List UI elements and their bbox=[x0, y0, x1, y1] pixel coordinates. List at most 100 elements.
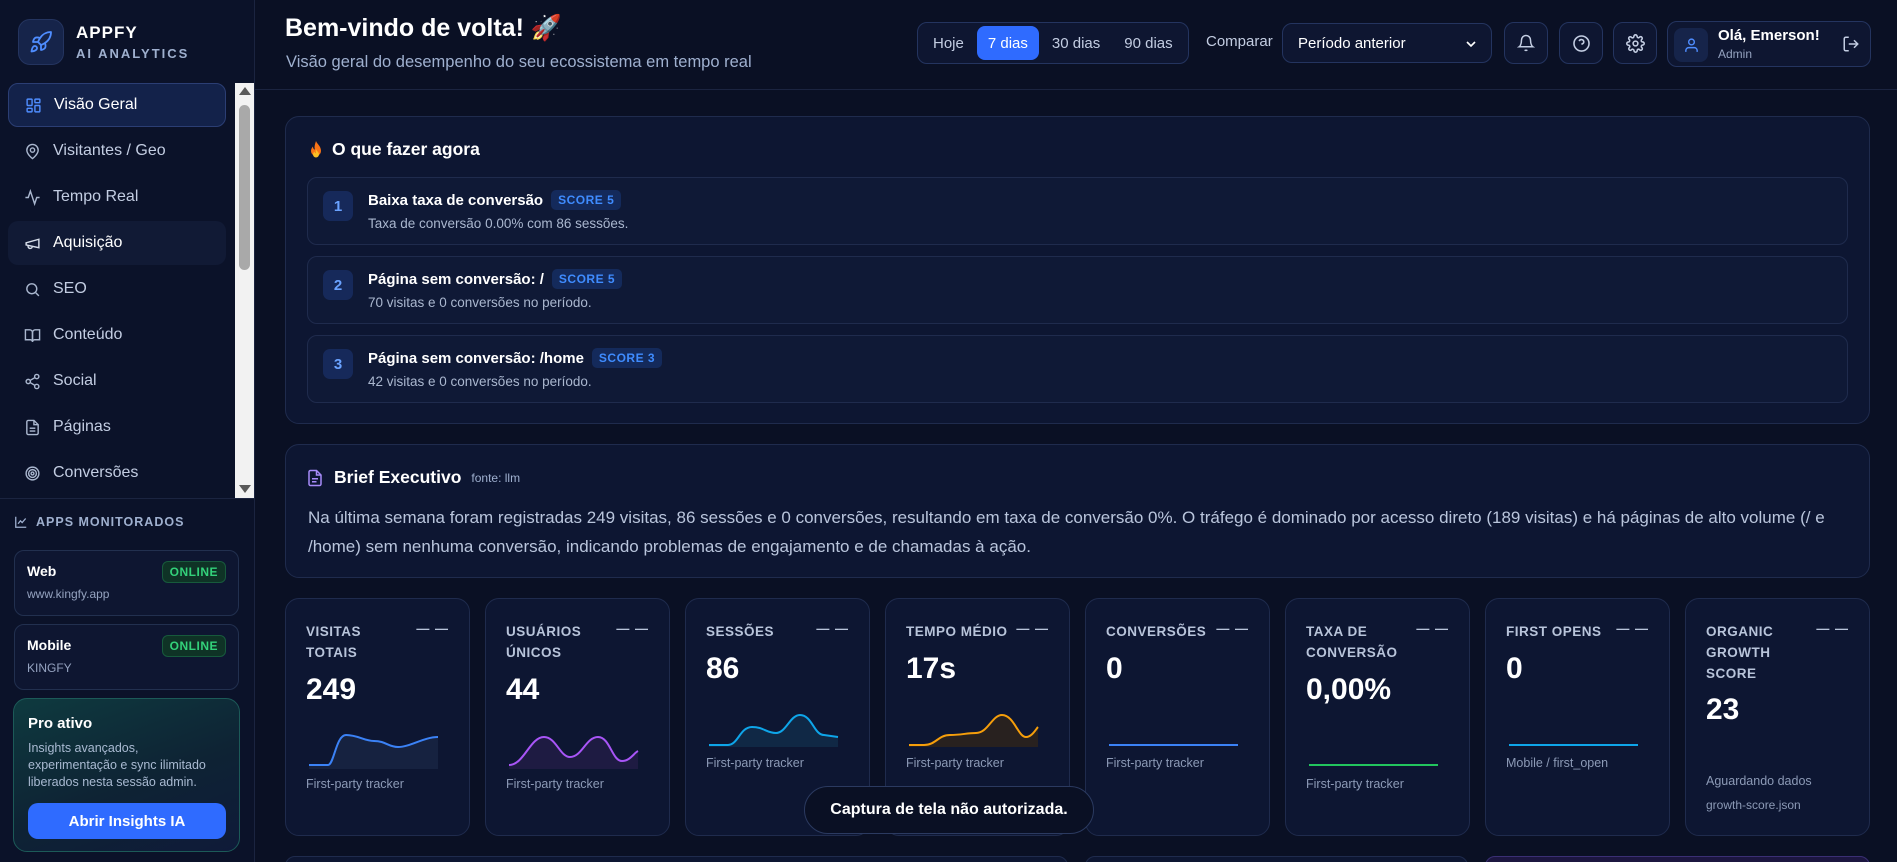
kpi-value: 86 bbox=[706, 652, 740, 685]
kpi-card-conversoes[interactable]: CONVERSÕES — — 0 First-party tracker bbox=[1085, 598, 1270, 836]
brief-header: Brief Executivo fonte: llm bbox=[306, 467, 520, 488]
kpi-trend: — — bbox=[1616, 621, 1649, 636]
pro-description: Insights avançados, experimentação e syn… bbox=[28, 741, 206, 789]
scrollbar-thumb[interactable] bbox=[239, 105, 250, 270]
kpi-source: First-party tracker bbox=[1106, 756, 1204, 770]
page-subtitle: Visão geral do desempenho do seu ecossis… bbox=[286, 53, 752, 71]
kpi-label: VISITAS TOTAIS bbox=[306, 624, 362, 660]
sidebar-item-conversoes[interactable]: Conversões bbox=[8, 451, 226, 495]
kpi-card-first-opens[interactable]: FIRST OPENS — — 0 Mobile / first_open bbox=[1485, 598, 1670, 836]
app-card-mobile[interactable]: Mobile KINGFY ONLINE bbox=[14, 624, 239, 690]
scroll-up-icon[interactable] bbox=[239, 87, 251, 95]
range-90-days-button[interactable]: 90 dias bbox=[1113, 26, 1183, 60]
sidebar-item-aquisicao[interactable]: Aquisição bbox=[8, 221, 226, 265]
gear-icon bbox=[1625, 33, 1645, 53]
kpi-value: 23 bbox=[1706, 693, 1740, 726]
apps-monitored-section: APPS MONITORADOS bbox=[0, 498, 254, 529]
action-number: 2 bbox=[323, 270, 353, 300]
brief-title: Brief Executivo bbox=[334, 467, 462, 487]
pro-title: Pro ativo bbox=[28, 715, 93, 732]
help-button[interactable] bbox=[1559, 22, 1603, 64]
activity-icon bbox=[25, 188, 40, 206]
range-30-days-button[interactable]: 30 dias bbox=[1041, 26, 1111, 60]
action-item[interactable]: 1 Baixa taxa de conversão SCORE 5 Taxa de… bbox=[307, 177, 1848, 245]
action-item[interactable]: 3 Página sem conversão: /home SCORE 3 42 … bbox=[307, 335, 1848, 403]
user-role: Admin bbox=[1718, 47, 1753, 61]
status-badge: ONLINE bbox=[161, 561, 226, 583]
open-insights-button[interactable]: Abrir Insights IA bbox=[28, 803, 226, 839]
score-badge: SCORE 5 bbox=[551, 269, 623, 289]
target-icon bbox=[25, 465, 40, 481]
sidebar-item-conteudo[interactable]: Conteúdo bbox=[8, 313, 226, 357]
actions-title: O que fazer agora bbox=[308, 139, 480, 160]
document-icon bbox=[308, 469, 322, 486]
dashboard-icon bbox=[26, 97, 41, 113]
logout-icon[interactable] bbox=[1842, 35, 1860, 53]
action-number: 3 bbox=[323, 349, 353, 379]
kpi-trend: — — bbox=[1016, 621, 1049, 636]
kpi-label: SESSÕES bbox=[706, 624, 775, 639]
sidebar: APPFY AI ANALYTICS Visão Geral Visitante… bbox=[0, 0, 255, 862]
map-pin-icon bbox=[26, 143, 39, 159]
sidebar-item-label: Páginas bbox=[53, 418, 111, 435]
sidebar-scrollbar[interactable] bbox=[235, 83, 254, 498]
sidebar-item-visao-geral[interactable]: Visão Geral bbox=[8, 83, 226, 127]
kpi-card-usuarios[interactable]: USUÁRIOS ÚNICOS — — 44 First-party track… bbox=[485, 598, 670, 836]
sidebar-item-label: Tempo Real bbox=[53, 188, 139, 205]
kpi-source: First-party tracker bbox=[506, 777, 604, 791]
scroll-down-icon[interactable] bbox=[239, 485, 251, 493]
avatar bbox=[1674, 28, 1708, 62]
bottom-panel-middle bbox=[1085, 856, 1468, 862]
action-description: 42 visitas e 0 conversões no período. bbox=[368, 374, 592, 389]
rocket-logo-icon bbox=[18, 19, 64, 65]
app-card-web[interactable]: Web www.kingfy.app ONLINE bbox=[14, 550, 239, 616]
kpi-label: FIRST OPENS bbox=[1506, 624, 1602, 639]
search-icon bbox=[26, 282, 40, 296]
sparkline-usuarios bbox=[508, 735, 639, 769]
kpi-trend: — — bbox=[1216, 621, 1249, 636]
sidebar-item-tempo-real[interactable]: Tempo Real bbox=[8, 175, 226, 219]
sidebar-item-paginas[interactable]: Páginas bbox=[8, 405, 226, 449]
action-number: 1 bbox=[323, 191, 353, 221]
kpi-trend: — — bbox=[616, 621, 649, 636]
sparkline-taxa-conversao bbox=[1309, 764, 1438, 766]
user-menu[interactable]: Olá, Emerson! Admin bbox=[1667, 21, 1871, 67]
action-title: Página sem conversão: / SCORE 5 bbox=[368, 269, 623, 289]
compare-period-select[interactable]: Período anterior bbox=[1282, 23, 1492, 63]
bottom-panel-right bbox=[1485, 856, 1870, 862]
kpi-card-organic-growth[interactable]: ORGANIC GROWTH SCORE — — 23 Aguardando d… bbox=[1685, 598, 1870, 836]
kpi-trend: — — bbox=[816, 621, 849, 636]
range-7-days-button[interactable]: 7 dias bbox=[976, 26, 1039, 60]
sidebar-nav: Visão Geral Visitantes / Geo Tempo Real … bbox=[8, 83, 226, 497]
action-description: 70 visitas e 0 conversões no período. bbox=[368, 295, 592, 310]
kpi-card-taxa-conversao[interactable]: TAXA DE CONVERSÃO — — 0,00% First-party … bbox=[1285, 598, 1470, 836]
sidebar-item-label: Aquisição bbox=[53, 234, 123, 251]
kpi-value: 17s bbox=[906, 652, 957, 685]
notifications-button[interactable] bbox=[1504, 22, 1548, 64]
kpi-source: First-party tracker bbox=[706, 756, 804, 770]
megaphone-icon bbox=[25, 237, 40, 249]
kpi-label: CONVERSÕES bbox=[1106, 624, 1207, 639]
fire-icon bbox=[311, 140, 321, 157]
kpi-value: 44 bbox=[506, 673, 540, 706]
top-header: Bem-vindo de volta! 🚀 Visão geral do des… bbox=[255, 0, 1897, 90]
sidebar-item-label: Visitantes / Geo bbox=[53, 142, 166, 159]
kpi-card-visitas[interactable]: VISITAS TOTAIS — — 249 First-party track… bbox=[285, 598, 470, 836]
range-today-button[interactable]: Hoje bbox=[922, 26, 975, 60]
brand-subtitle: AI ANALYTICS bbox=[76, 46, 190, 61]
kpi-source: Aguardando dados bbox=[1706, 774, 1812, 788]
user-name: Olá, Emerson! bbox=[1718, 27, 1820, 44]
date-range-selector: Hoje 7 dias 30 dias 90 dias bbox=[917, 22, 1189, 64]
sidebar-item-label: Visão Geral bbox=[54, 96, 138, 113]
action-title: Baixa taxa de conversão SCORE 5 bbox=[368, 190, 622, 210]
sidebar-item-seo[interactable]: SEO bbox=[8, 267, 226, 311]
user-icon bbox=[1684, 37, 1698, 52]
page-title: Bem-vindo de volta! 🚀 bbox=[285, 14, 562, 42]
settings-button[interactable] bbox=[1613, 22, 1657, 64]
action-title: Página sem conversão: /home SCORE 3 bbox=[368, 348, 663, 368]
help-icon bbox=[1572, 34, 1590, 52]
brand[interactable]: APPFY AI ANALYTICS bbox=[0, 0, 254, 84]
sidebar-item-social[interactable]: Social bbox=[8, 359, 226, 403]
sidebar-item-visitantes-geo[interactable]: Visitantes / Geo bbox=[8, 129, 226, 173]
action-item[interactable]: 2 Página sem conversão: / SCORE 5 70 visi… bbox=[307, 256, 1848, 324]
